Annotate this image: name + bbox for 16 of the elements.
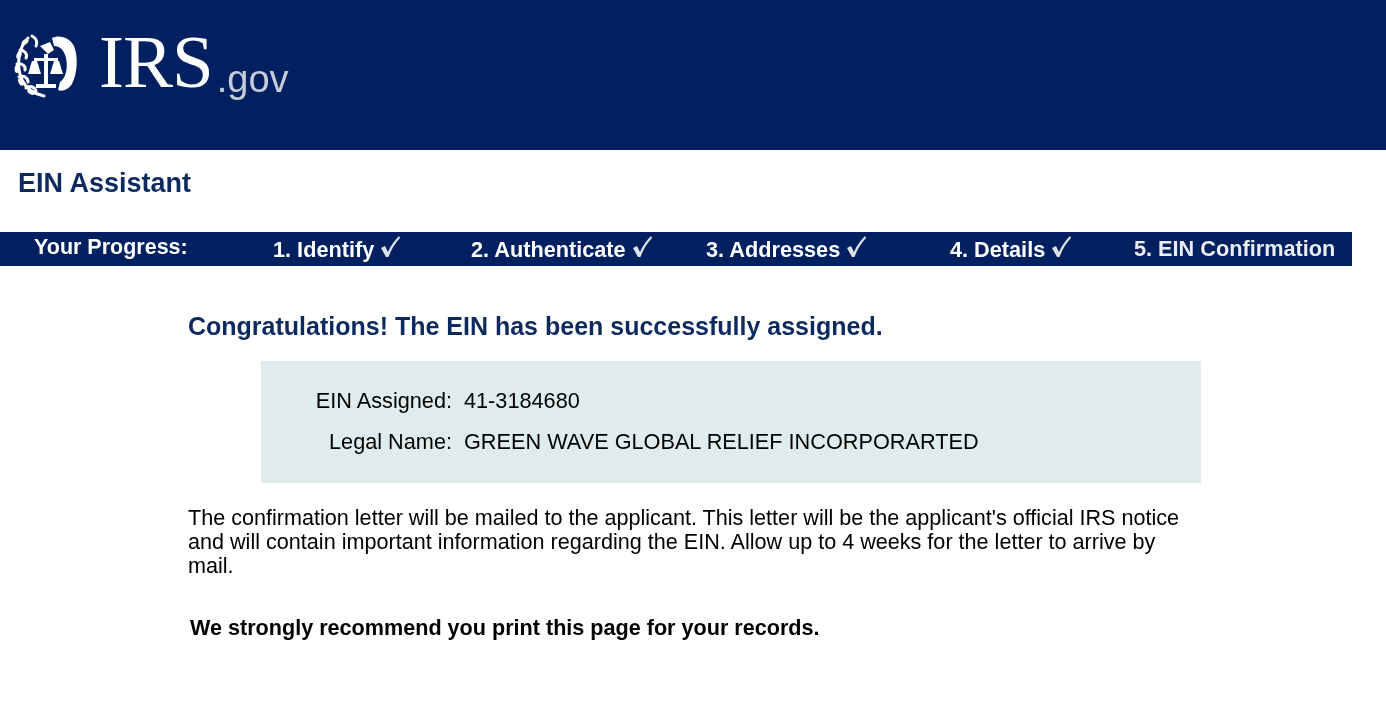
success-heading: Congratulations! The EIN has been successfully assigned. [188, 311, 884, 341]
progress-step: 1. Identify [273, 238, 375, 262]
app-title: EIN Assistant [17, 167, 193, 200]
message-paragraph: The confirmation letter will be mailed to the applicant. This letter will be the applicant's official IRS notice and will contain important information regarding the EIN. Allow up to 4 weeks for the letter to arrive by mail. [188, 506, 1181, 578]
progress-step: 3. Addresses [706, 238, 841, 262]
detail-label: Legal Name: [328, 429, 452, 454]
progress-step: 5. EIN Confirmation [1134, 237, 1336, 261]
logo-wordmark: IRS [99, 28, 213, 96]
detail-label: EIN Assigned: [314, 388, 452, 413]
detail-value: 41-3184680 [464, 388, 580, 413]
progress-label: Your Progress: [34, 235, 189, 259]
progress-step: 4. Details [950, 238, 1046, 262]
progress-step: 2. Authenticate [471, 238, 626, 262]
detail-value: GREEN WAVE GLOBAL RELIEF INCORPORARTED [464, 429, 979, 454]
logo-domain: .gov [216, 59, 289, 99]
recommendation-text: We strongly recommend you print this page for your records. [190, 615, 821, 640]
